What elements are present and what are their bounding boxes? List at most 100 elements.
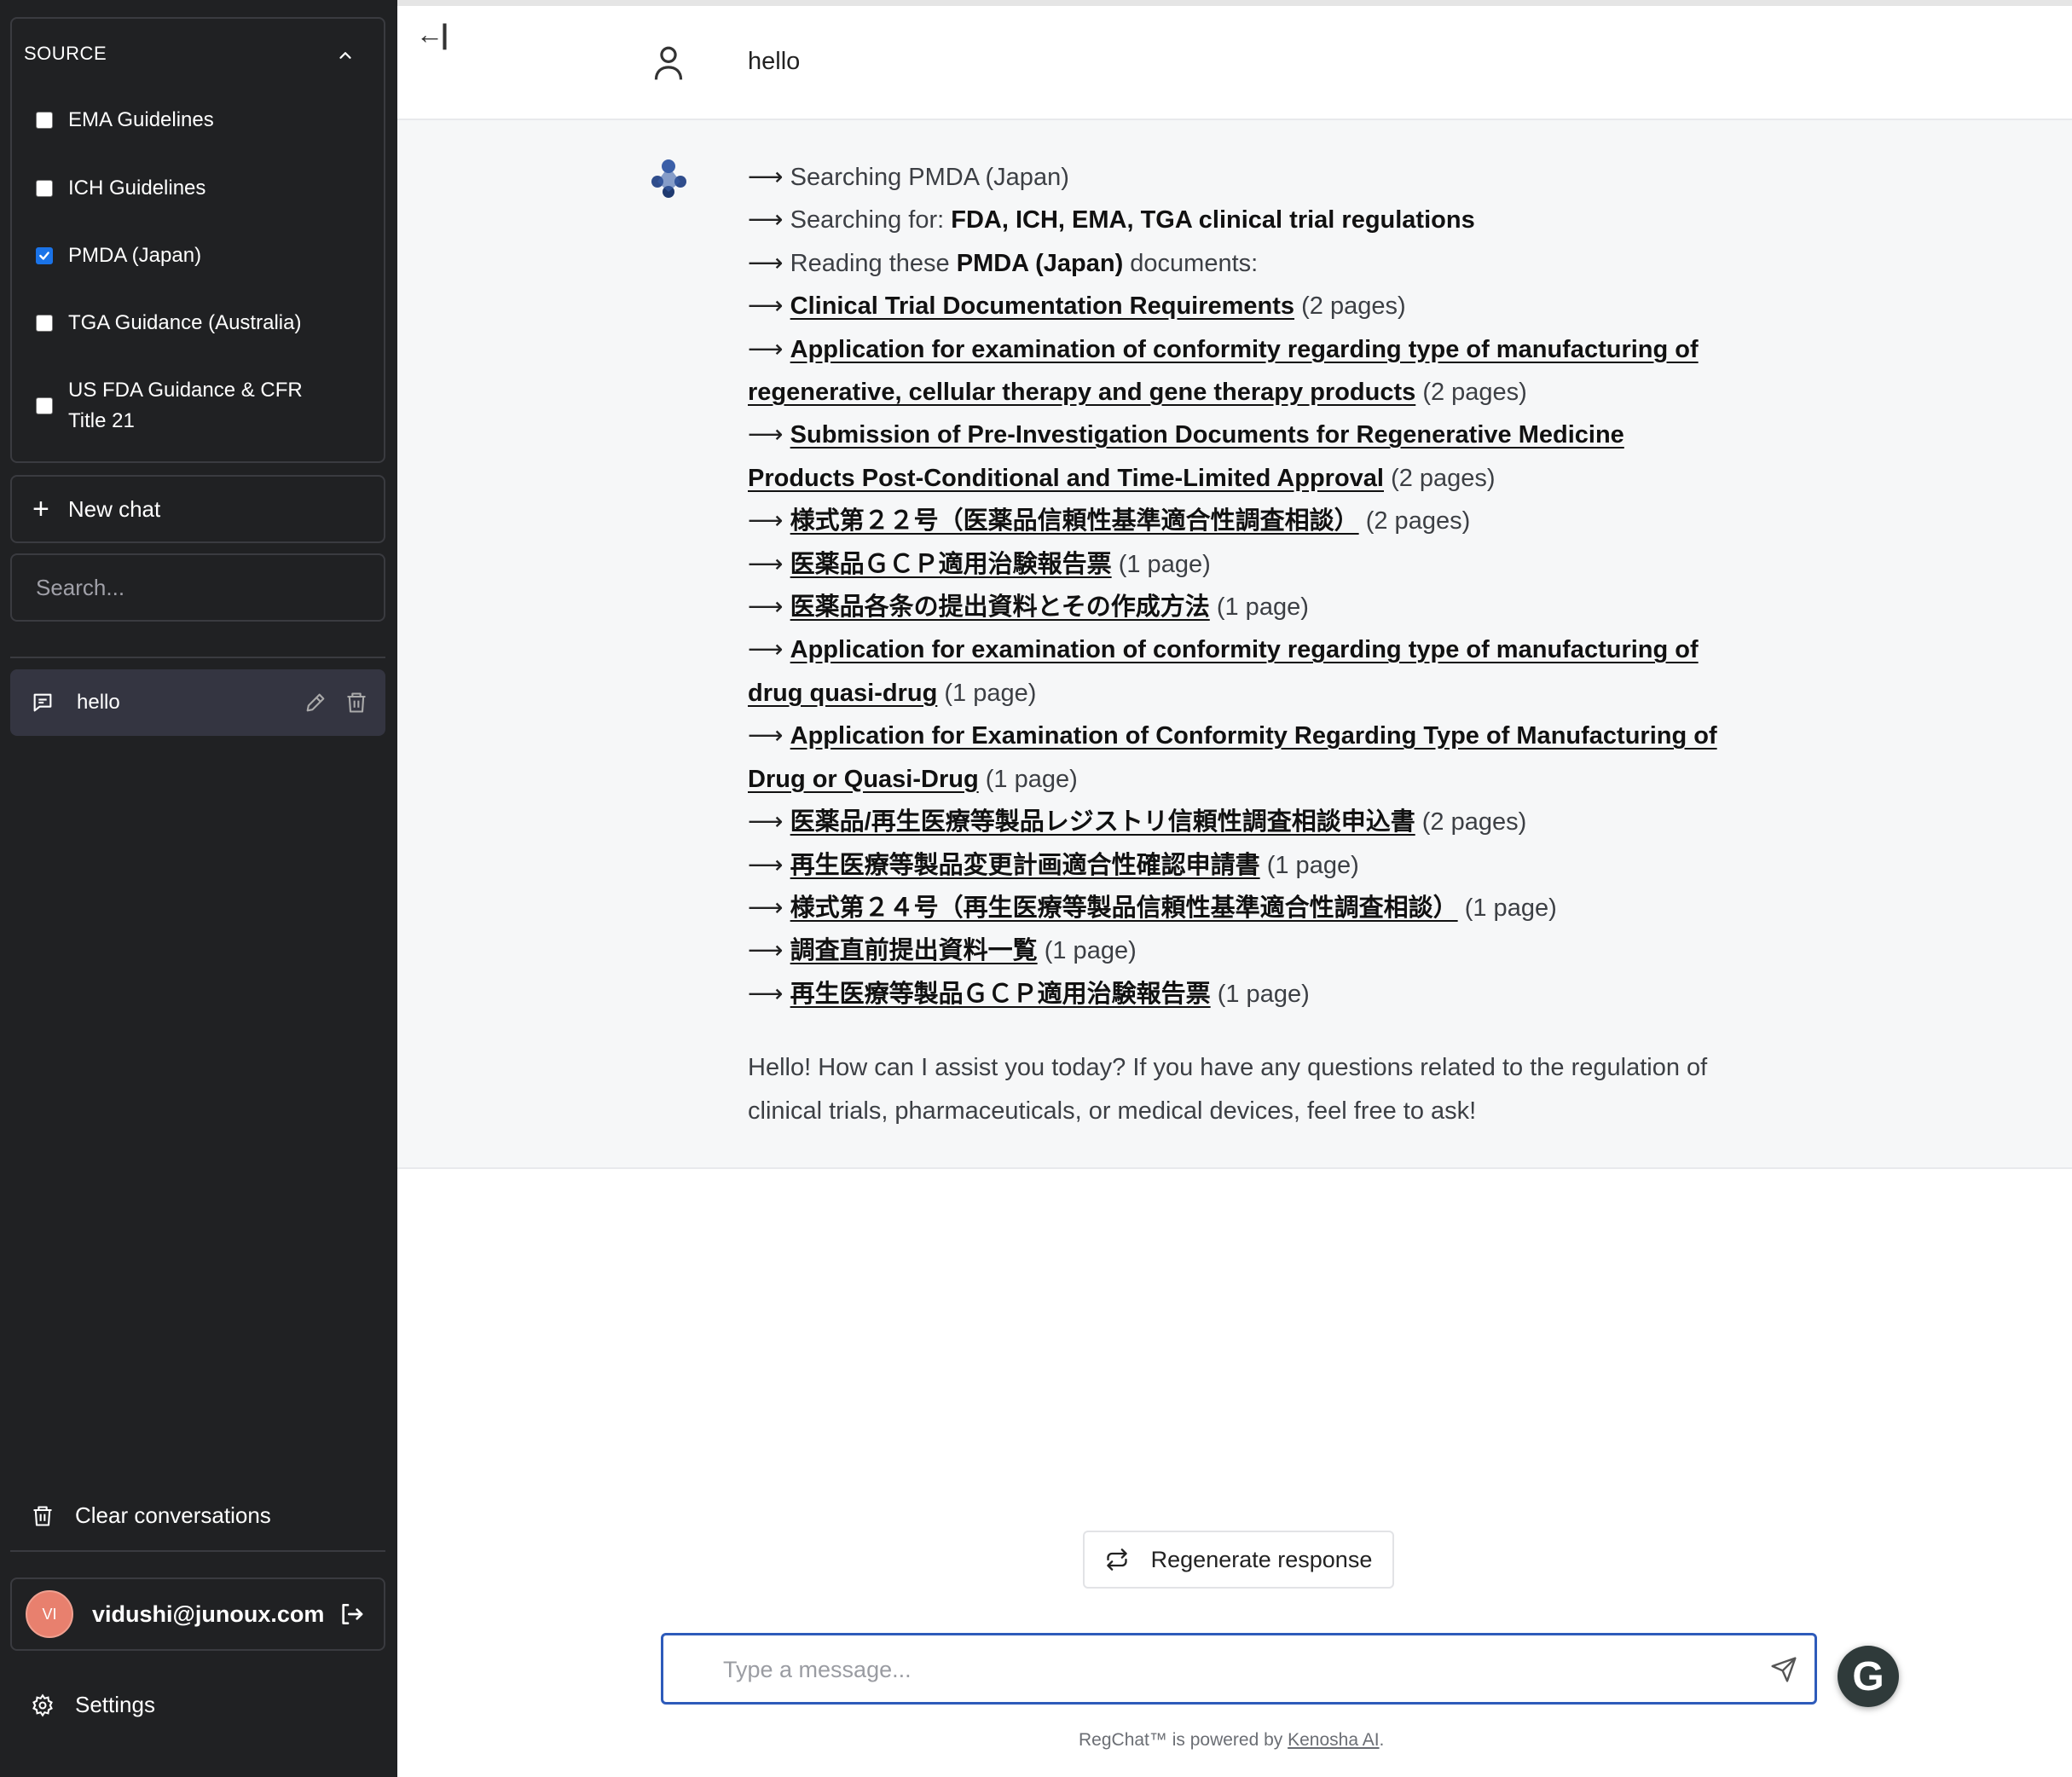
step-line: ⟶ Searching for: FDA, ICH, EMA, TGA clin… — [748, 199, 1737, 241]
document-link[interactable]: Application for examination of conformit… — [748, 636, 1699, 706]
document-link[interactable]: 医薬品/再生医療等製品レジストリ信頼性調査相談申込書 — [790, 808, 1415, 836]
source-checkbox[interactable] — [36, 112, 53, 129]
source-label: PMDA (Japan) — [68, 244, 202, 267]
step-text: documents: — [1123, 249, 1259, 277]
document-line: ⟶ 再生医療等製品ＧＣＰ適用治験報告票 (1 page) — [748, 973, 1737, 1016]
reading-source: PMDA (Japan) — [956, 249, 1124, 277]
refresh-icon — [1106, 1548, 1127, 1571]
document-pages: (1 page) — [1464, 894, 1557, 922]
trash-icon[interactable] — [344, 691, 368, 715]
document-line: ⟶ Submission of Pre-Investigation Docume… — [748, 414, 1737, 500]
source-checkbox[interactable] — [36, 315, 53, 332]
document-link[interactable]: Application for examination of conformit… — [748, 336, 1699, 406]
document-line: ⟶ 様式第２４号（再生医療等製品信頼性基準適合性調査相談） (1 page) — [748, 887, 1737, 929]
document-link[interactable]: 様式第２４号（再生医療等製品信頼性基準適合性調査相談） — [790, 894, 1458, 922]
source-checkbox[interactable] — [36, 397, 53, 414]
regenerate-label: Regenerate response — [1150, 1546, 1373, 1572]
document-link[interactable]: 医薬品各条の提出資料とその作成方法 — [790, 593, 1210, 621]
conversation-item[interactable]: hello — [10, 669, 385, 736]
trash-icon — [33, 1505, 52, 1526]
message-input-container — [661, 1633, 1817, 1705]
source-item-ich[interactable]: ICH Guidelines — [36, 173, 360, 204]
new-chat-button[interactable]: + New chat — [10, 475, 385, 543]
arrow-icon: ⟶ — [748, 206, 784, 234]
step-line: ⟶ Reading these PMDA (Japan) documents: — [748, 242, 1737, 285]
source-label: US FDA Guidance & CFR Title 21 — [68, 379, 303, 432]
source-label: EMA Guidelines — [68, 108, 214, 131]
arrow-icon: ⟶ — [748, 937, 784, 965]
document-pages: (2 pages) — [1421, 808, 1527, 836]
send-icon[interactable] — [1770, 1656, 1797, 1683]
source-checkbox[interactable] — [36, 247, 53, 264]
document-pages: (1 page) — [985, 765, 1078, 793]
plus-icon: + — [32, 492, 49, 525]
collapse-sidebar-button[interactable]: ←| — [416, 19, 449, 50]
message-input[interactable] — [723, 1651, 1729, 1688]
document-pages: (1 page) — [1217, 980, 1310, 1008]
grammarly-g-icon: G — [1852, 1653, 1884, 1699]
source-header[interactable]: SOURCE — [24, 43, 107, 65]
arrow-icon: ⟶ — [748, 292, 784, 321]
arrow-icon: ⟶ — [748, 421, 784, 449]
edit-icon[interactable] — [304, 691, 327, 715]
arrow-icon: ⟶ — [748, 249, 784, 277]
document-link[interactable]: 再生医療等製品ＧＣＰ適用治験報告票 — [790, 981, 1211, 1008]
document-pages: (2 pages) — [1365, 507, 1471, 535]
top-border — [397, 0, 2072, 6]
document-pages: (1 page) — [944, 679, 1037, 707]
settings-label: Settings — [75, 1692, 155, 1717]
divider — [10, 657, 385, 658]
user-message-text: hello — [748, 48, 801, 75]
source-item-fda[interactable]: US FDA Guidance & CFR Title 21 — [36, 375, 326, 437]
divider — [10, 1550, 385, 1552]
step-line: ⟶ Searching PMDA (Japan) — [748, 156, 1737, 199]
arrow-icon: ⟶ — [748, 808, 784, 836]
document-link[interactable]: 調査直前提出資料一覧 — [790, 937, 1038, 964]
footer-text: RegChat™ is powered by — [1079, 1730, 1288, 1750]
document-link[interactable]: 医薬品ＧＣＰ適用治験報告票 — [790, 551, 1112, 578]
footer-link[interactable]: Kenosha AI — [1288, 1730, 1379, 1750]
document-link[interactable]: 再生医療等製品変更計画適合性確認申請書 — [790, 852, 1260, 879]
new-chat-label: New chat — [67, 495, 161, 522]
document-line: ⟶ Application for examination of conform… — [748, 628, 1737, 715]
gear-icon — [32, 1693, 53, 1717]
avatar[interactable]: VI — [26, 1590, 73, 1638]
user-email: vidushi@junoux.com — [92, 1600, 325, 1627]
search-input[interactable] — [10, 553, 385, 622]
source-item-ema[interactable]: EMA Guidelines — [36, 105, 360, 136]
document-pages: (2 pages) — [1391, 464, 1496, 492]
document-link[interactable]: 様式第２２号（医薬品信頼性基準適合性調査相談） — [790, 507, 1359, 535]
document-link[interactable]: Application for Examination of Conformit… — [748, 722, 1717, 792]
source-checkbox[interactable] — [36, 180, 53, 197]
step-text: Reading these — [790, 249, 957, 277]
conversation-label: hello — [77, 691, 120, 714]
source-item-tga[interactable]: TGA Guidance (Australia) — [36, 308, 360, 339]
document-pages: (2 pages) — [1422, 379, 1527, 407]
bot-logo-icon — [651, 159, 686, 198]
document-link[interactable]: Clinical Trial Documentation Requirement… — [790, 292, 1294, 320]
document-pages: (1 page) — [1118, 550, 1211, 578]
chevron-up-icon[interactable] — [336, 46, 355, 65]
arrow-icon: ⟶ — [748, 593, 784, 622]
clear-conversations-button[interactable]: Clear conversations — [31, 1502, 271, 1529]
settings-button[interactable]: Settings — [31, 1692, 155, 1718]
check-icon — [39, 252, 49, 260]
arrow-icon: ⟶ — [748, 894, 784, 922]
source-item-pmda[interactable]: PMDA (Japan) — [36, 240, 360, 271]
document-pages: (1 page) — [1044, 937, 1137, 965]
step-text: Searching for: — [790, 206, 952, 234]
source-label: TGA Guidance (Australia) — [68, 311, 302, 334]
arrow-icon: ⟶ — [748, 164, 784, 191]
source-label: ICH Guidelines — [68, 177, 206, 200]
grammarly-button[interactable]: G — [1838, 1646, 1899, 1707]
logout-icon[interactable] — [338, 1600, 365, 1628]
document-line: ⟶ Application for Examination of Conform… — [748, 715, 1737, 801]
document-line: ⟶ 医薬品ＧＣＰ適用治験報告票 (1 page) — [748, 543, 1737, 586]
arrow-icon: ⟶ — [748, 636, 784, 664]
regenerate-response-button[interactable]: Regenerate response — [1083, 1531, 1394, 1589]
user-message-row — [397, 6, 2072, 120]
document-pages: (1 page) — [1216, 593, 1309, 622]
arrow-icon: ⟶ — [748, 507, 784, 535]
sidebar: SOURCE EMA Guidelines ICH Guidelines PMD… — [0, 0, 397, 1777]
assistant-message-content: ⟶ Searching PMDA (Japan) ⟶ Searching for… — [748, 156, 1737, 1132]
